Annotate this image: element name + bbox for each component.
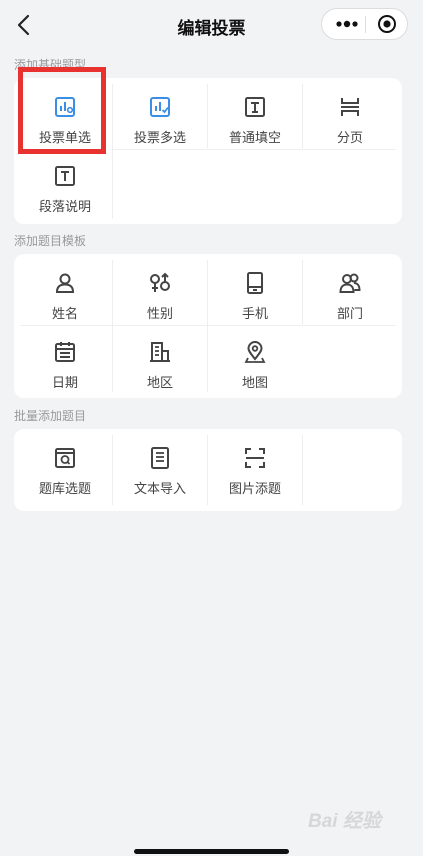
section-label-batch: 批量添加题目	[14, 409, 87, 423]
more-dots-icon[interactable]	[332, 15, 362, 33]
document-icon	[151, 447, 169, 469]
paragraph-icon	[55, 166, 75, 186]
option-vote-multi[interactable]: 投票多选	[113, 82, 207, 149]
option-label: 部门	[336, 306, 363, 321]
option-label: 手机	[241, 306, 268, 321]
option-label: 姓名	[51, 306, 78, 321]
option-label: 投票多选	[133, 130, 186, 145]
chart-multi-icon	[150, 97, 170, 117]
template-phone[interactable]: 手机	[208, 258, 302, 325]
template-gender[interactable]: 性别	[113, 258, 207, 325]
option-label: 题库选题	[38, 481, 91, 496]
templates-card: 姓名 性别 手机 部门 日期 地区 地图	[14, 254, 402, 398]
option-label: 文本导入	[133, 481, 186, 496]
page-break-icon	[341, 98, 359, 116]
phone-icon	[247, 272, 263, 294]
option-label: 地图	[241, 375, 268, 390]
home-indicator	[134, 849, 289, 854]
target-circle-icon[interactable]	[377, 14, 397, 34]
option-label: 普通填空	[228, 130, 281, 145]
template-map[interactable]: 地图	[208, 327, 302, 394]
template-date[interactable]: 日期	[18, 327, 112, 394]
option-label: 日期	[51, 375, 78, 390]
person-icon	[55, 273, 75, 293]
question-bank-icon	[55, 448, 75, 468]
highlight-box	[18, 67, 106, 154]
calendar-icon	[55, 342, 75, 362]
option-page-break[interactable]: 分页	[303, 82, 397, 149]
batch-card: 题库选题 文本导入 图片添题	[14, 429, 402, 511]
building-icon	[150, 342, 170, 362]
option-label: 分页	[336, 130, 363, 145]
capsule-divider	[365, 16, 366, 33]
template-region[interactable]: 地区	[113, 327, 207, 394]
option-fill-blank[interactable]: 普通填空	[208, 82, 302, 149]
option-paragraph[interactable]: 段落说明	[18, 151, 112, 218]
batch-image-add[interactable]: 图片添题	[208, 433, 302, 500]
template-name[interactable]: 姓名	[18, 258, 112, 325]
gender-icon	[150, 272, 170, 292]
option-label: 性别	[146, 306, 173, 321]
option-label: 段落说明	[38, 199, 91, 214]
navigation-bar: 编辑投票	[0, 0, 423, 50]
mini-program-capsule	[321, 8, 408, 40]
text-input-icon	[245, 97, 265, 117]
group-icon	[339, 273, 361, 293]
section-label-templates: 添加题目模板	[14, 234, 87, 248]
scan-icon	[245, 448, 265, 468]
option-label: 地区	[146, 375, 173, 390]
template-department[interactable]: 部门	[303, 258, 397, 325]
watermark: Bai 经验	[308, 811, 381, 832]
option-label: 图片添题	[228, 481, 281, 496]
batch-text-import[interactable]: 文本导入	[113, 433, 207, 500]
batch-question-bank[interactable]: 题库选题	[18, 433, 112, 500]
map-pin-icon	[244, 341, 266, 363]
